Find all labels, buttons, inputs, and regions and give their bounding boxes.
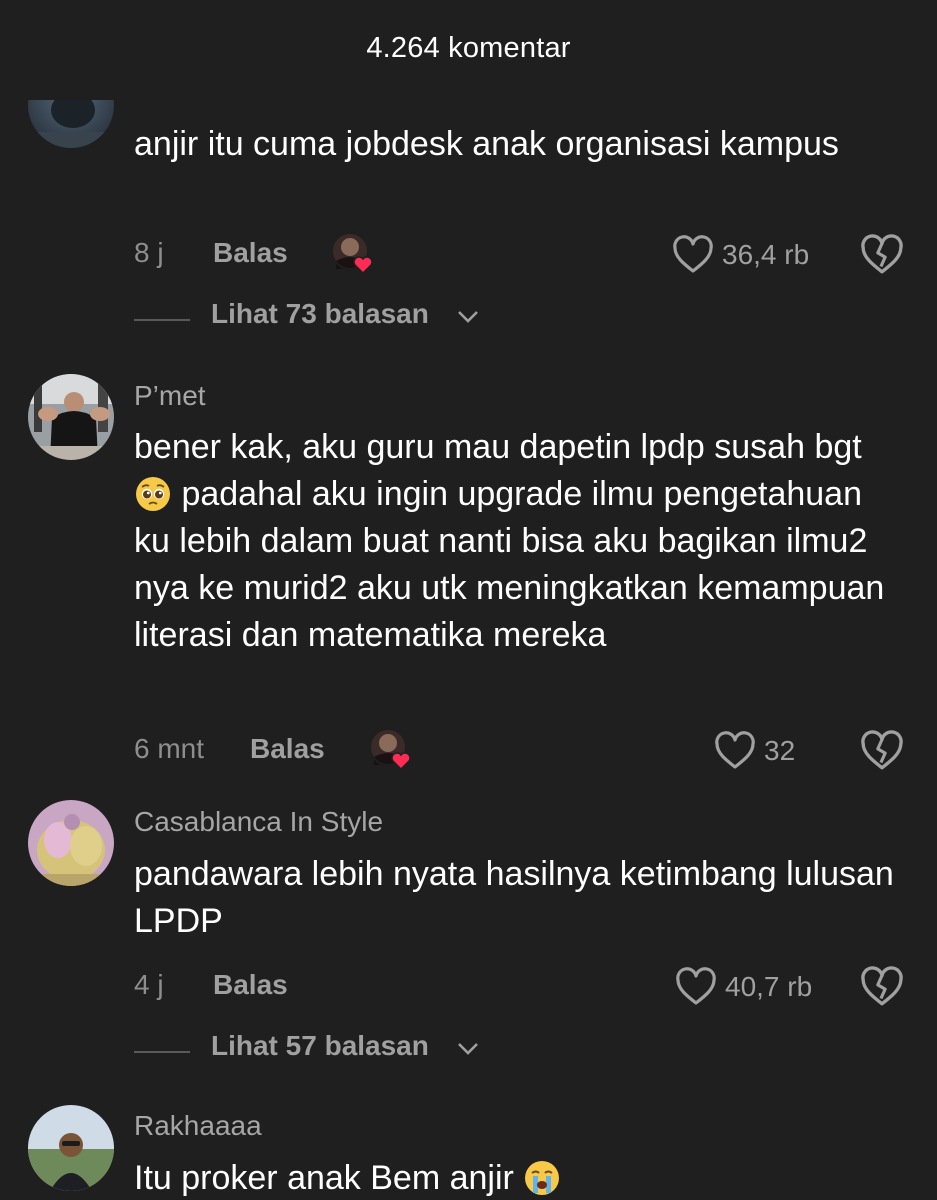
- avatar[interactable]: [28, 374, 114, 460]
- comment-actions: 8 j Balas 36,4 rb: [134, 232, 904, 277]
- comment-username[interactable]: Casablanca In Style: [134, 806, 383, 838]
- comment-time: 8 j: [134, 237, 164, 268]
- reply-button[interactable]: Balas: [213, 237, 288, 269]
- broken-heart-icon: [861, 234, 903, 274]
- broken-heart-icon: [861, 730, 903, 770]
- comment-text-part-2: padahal aku ingin upgrade ilmu pengetahu…: [134, 475, 885, 654]
- view-replies-label: Lihat 73 balasan: [211, 298, 429, 329]
- reply-button[interactable]: Balas: [250, 733, 325, 765]
- avatar[interactable]: [28, 800, 114, 886]
- view-replies-button[interactable]: Lihat 57 balasan: [134, 1030, 634, 1070]
- divider: [134, 1051, 190, 1053]
- like-count: 36,4 rb: [722, 239, 810, 270]
- loudly-crying-face-emoji: [525, 1161, 560, 1195]
- comments-header: 4.264 komentar: [0, 0, 937, 100]
- broken-heart-icon: [861, 966, 903, 1006]
- comment-actions: 4 j Balas 40,7 rb: [134, 966, 904, 1009]
- creator-liked-avatar: [368, 727, 414, 773]
- comment-text-part-1: bener kak, aku guru mau dapetin lpdp sus…: [134, 428, 862, 466]
- like-button[interactable]: 40,7 rb: [675, 965, 812, 1009]
- comment-text: bener kak, aku guru mau dapetin lpdp sus…: [134, 424, 894, 659]
- dislike-button[interactable]: [860, 233, 904, 277]
- chevron-down-icon: [458, 1043, 478, 1055]
- reply-button[interactable]: Balas: [213, 969, 288, 1001]
- like-button[interactable]: 32: [714, 729, 795, 773]
- avatar[interactable]: [28, 1105, 114, 1191]
- heart-outline-icon: [715, 731, 755, 769]
- pleading-face-emoji: [136, 477, 170, 511]
- like-button[interactable]: 36,4 rb: [672, 233, 809, 277]
- comment-text: anjir itu cuma jobdesk anak organisasi k…: [134, 125, 839, 163]
- comment-username[interactable]: Rakhaaaa: [134, 1110, 262, 1142]
- comment-username[interactable]: P’met: [134, 380, 206, 412]
- view-replies-button[interactable]: Lihat 73 balasan: [134, 298, 634, 338]
- heart-outline-icon: [673, 235, 713, 273]
- dislike-button[interactable]: [860, 965, 904, 1009]
- view-replies-label: Lihat 57 balasan: [211, 1030, 429, 1061]
- comment-time: 4 j: [134, 969, 164, 1000]
- comment-time: 6 mnt: [134, 733, 205, 764]
- like-count: 40,7 rb: [725, 971, 813, 1002]
- heart-outline-icon: [676, 967, 716, 1005]
- divider: [134, 319, 190, 321]
- comments-screen: anjir itu cuma jobdesk anak organisasi k…: [0, 0, 937, 1200]
- comment-count-title: 4.264 komentar: [366, 32, 571, 64]
- creator-liked-avatar: [330, 231, 376, 277]
- comment-text: pandawara lebih nyata hasilnya ketimbang…: [134, 855, 894, 940]
- comment-text: Itu proker anak Bem anjir: [134, 1155, 894, 1200]
- like-count: 32: [764, 735, 796, 766]
- chevron-down-icon: [458, 311, 478, 323]
- dislike-button[interactable]: [860, 729, 904, 773]
- comment-actions: 6 mnt Balas 32: [134, 728, 904, 773]
- comment-text-part-1: Itu proker anak Bem anjir: [134, 1159, 514, 1197]
